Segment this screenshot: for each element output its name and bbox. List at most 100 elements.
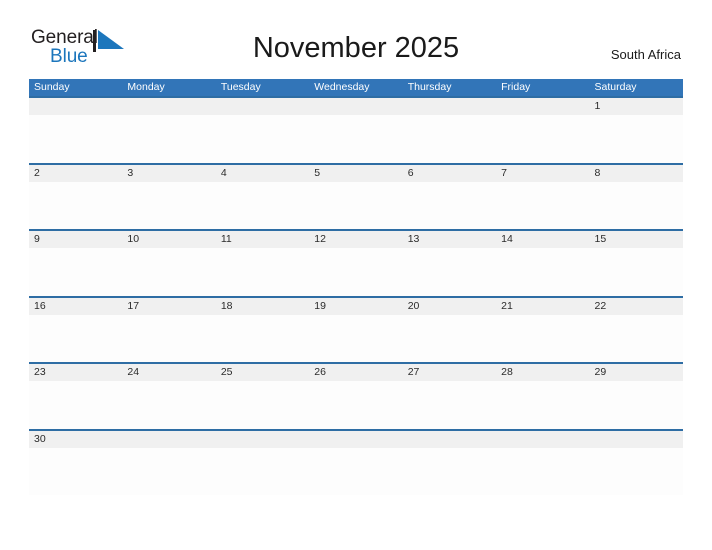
day-cell[interactable] (496, 115, 589, 163)
day-number[interactable]: 19 (309, 298, 402, 315)
day-number[interactable]: 22 (590, 298, 683, 315)
day-cell[interactable] (590, 381, 683, 429)
day-cell[interactable] (496, 448, 589, 496)
day-cell[interactable] (309, 115, 402, 163)
day-number[interactable]: 20 (403, 298, 496, 315)
day-cell[interactable] (29, 381, 122, 429)
day-cell[interactable] (216, 381, 309, 429)
day-cell[interactable] (496, 315, 589, 363)
day-number[interactable]: 7 (496, 165, 589, 182)
day-number[interactable]: 29 (590, 364, 683, 381)
day-cell[interactable] (496, 182, 589, 230)
day-number[interactable] (403, 431, 496, 448)
day-cell[interactable] (29, 448, 122, 496)
day-number[interactable] (216, 98, 309, 115)
week-body (29, 381, 683, 429)
day-number[interactable]: 1 (590, 98, 683, 115)
day-number[interactable]: 14 (496, 231, 589, 248)
day-number[interactable] (216, 431, 309, 448)
week-row: 2 3 4 5 6 7 8 (29, 162, 683, 230)
day-number[interactable]: 18 (216, 298, 309, 315)
day-cell[interactable] (590, 248, 683, 296)
week-row: 1 (29, 96, 683, 163)
day-cell[interactable] (496, 381, 589, 429)
weekday-monday: Monday (127, 81, 165, 93)
weekday-sunday: Sunday (34, 81, 70, 93)
day-number[interactable] (122, 431, 215, 448)
day-cell[interactable] (496, 248, 589, 296)
day-number[interactable] (122, 98, 215, 115)
day-cell[interactable] (590, 448, 683, 496)
day-number[interactable]: 15 (590, 231, 683, 248)
week-body (29, 115, 683, 163)
day-cell[interactable] (309, 182, 402, 230)
day-cell[interactable] (122, 182, 215, 230)
day-number[interactable]: 11 (216, 231, 309, 248)
day-number[interactable] (496, 98, 589, 115)
day-cell[interactable] (403, 248, 496, 296)
page-header: General Blue November 2025 South Africa (0, 0, 712, 70)
week-date-band: 23 24 25 26 27 28 29 (29, 364, 683, 381)
day-number[interactable]: 5 (309, 165, 402, 182)
day-cell[interactable] (29, 248, 122, 296)
day-number[interactable]: 13 (403, 231, 496, 248)
week-row: 23 24 25 26 27 28 29 (29, 362, 683, 429)
day-number[interactable]: 25 (216, 364, 309, 381)
day-number[interactable]: 9 (29, 231, 122, 248)
day-number[interactable]: 6 (403, 165, 496, 182)
day-number[interactable]: 16 (29, 298, 122, 315)
day-number[interactable]: 21 (496, 298, 589, 315)
weekday-wednesday: Wednesday (314, 81, 370, 93)
day-cell[interactable] (122, 248, 215, 296)
day-number[interactable]: 10 (122, 231, 215, 248)
day-cell[interactable] (403, 115, 496, 163)
weekday-friday: Friday (501, 81, 531, 93)
day-number[interactable]: 30 (29, 431, 122, 448)
day-number[interactable] (590, 431, 683, 448)
day-cell[interactable] (309, 248, 402, 296)
day-cell[interactable] (403, 448, 496, 496)
day-cell[interactable] (309, 381, 402, 429)
weekday-header-row: Sunday Monday Tuesday Wednesday Thursday… (29, 79, 683, 96)
day-cell[interactable] (216, 315, 309, 363)
day-cell[interactable] (309, 448, 402, 496)
day-cell[interactable] (590, 315, 683, 363)
day-number[interactable]: 24 (122, 364, 215, 381)
day-number[interactable]: 8 (590, 165, 683, 182)
day-number[interactable] (403, 98, 496, 115)
day-number[interactable] (496, 431, 589, 448)
day-number[interactable] (309, 431, 402, 448)
day-number[interactable]: 3 (122, 165, 215, 182)
day-cell[interactable] (216, 248, 309, 296)
day-cell[interactable] (216, 182, 309, 230)
day-number[interactable]: 23 (29, 364, 122, 381)
day-cell[interactable] (403, 315, 496, 363)
day-number[interactable]: 27 (403, 364, 496, 381)
calendar-page: General Blue November 2025 South Africa … (0, 0, 712, 550)
week-body (29, 447, 683, 496)
day-number[interactable] (309, 98, 402, 115)
day-cell[interactable] (122, 381, 215, 429)
day-cell[interactable] (403, 381, 496, 429)
day-cell[interactable] (403, 182, 496, 230)
day-number[interactable]: 4 (216, 165, 309, 182)
day-number[interactable]: 2 (29, 165, 122, 182)
day-cell[interactable] (122, 448, 215, 496)
day-number[interactable]: 26 (309, 364, 402, 381)
day-cell[interactable] (29, 315, 122, 363)
day-cell[interactable] (590, 182, 683, 230)
week-row: 16 17 18 19 20 21 22 (29, 295, 683, 363)
day-number[interactable]: 28 (496, 364, 589, 381)
day-number[interactable] (29, 98, 122, 115)
day-number[interactable]: 17 (122, 298, 215, 315)
day-cell[interactable] (122, 115, 215, 163)
day-cell[interactable] (309, 315, 402, 363)
day-cell[interactable] (216, 115, 309, 163)
day-cell[interactable] (216, 448, 309, 496)
day-cell[interactable] (590, 115, 683, 163)
week-date-band: 9 10 11 12 13 14 15 (29, 231, 683, 248)
day-cell[interactable] (29, 182, 122, 230)
day-cell[interactable] (122, 315, 215, 363)
day-number[interactable]: 12 (309, 231, 402, 248)
day-cell[interactable] (29, 115, 122, 163)
